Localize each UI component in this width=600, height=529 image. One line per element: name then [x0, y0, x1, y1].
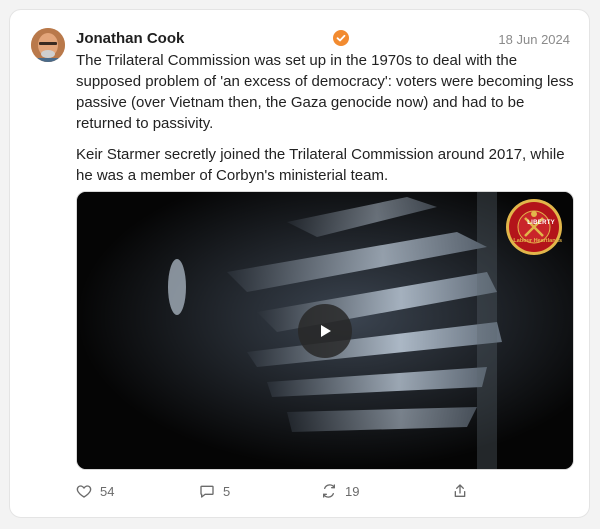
comment-button[interactable]: 5	[199, 483, 230, 499]
like-button[interactable]: 54	[76, 483, 114, 499]
play-icon	[321, 325, 331, 337]
author-avatar[interactable]	[31, 28, 65, 62]
play-button[interactable]	[298, 304, 352, 358]
liberty-badge-bottom-text: Labour Heartlands	[513, 238, 562, 244]
post-body: The Trilateral Commission was set up in …	[76, 50, 576, 196]
restack-icon	[323, 484, 335, 498]
comment-icon	[200, 485, 214, 498]
share-button[interactable]	[452, 483, 468, 499]
author-name[interactable]: Jonathan Cook	[76, 30, 184, 47]
like-count: 54	[100, 483, 115, 499]
post-card: Jonathan Cook 18 Jun 2024 The Trilateral…	[9, 9, 590, 518]
liberty-badge-top-text: LIBERTY	[527, 220, 555, 226]
post-actions: 54 5 19	[76, 483, 476, 503]
restack-button[interactable]: 19	[321, 483, 359, 499]
post-date: 18 Jun 2024	[498, 32, 570, 47]
restack-count: 19	[345, 483, 360, 499]
share-icon	[454, 484, 466, 497]
video-player[interactable]: LIBERTY Labour Heartlands	[76, 191, 574, 470]
comment-count: 5	[223, 483, 231, 499]
post-paragraph: The Trilateral Commission was set up in …	[76, 52, 574, 132]
heart-icon	[76, 485, 92, 498]
liberty-badge	[506, 199, 562, 255]
verified-icon	[333, 30, 349, 46]
post-paragraph: Keir Starmer secretly joined the Trilate…	[76, 146, 565, 184]
